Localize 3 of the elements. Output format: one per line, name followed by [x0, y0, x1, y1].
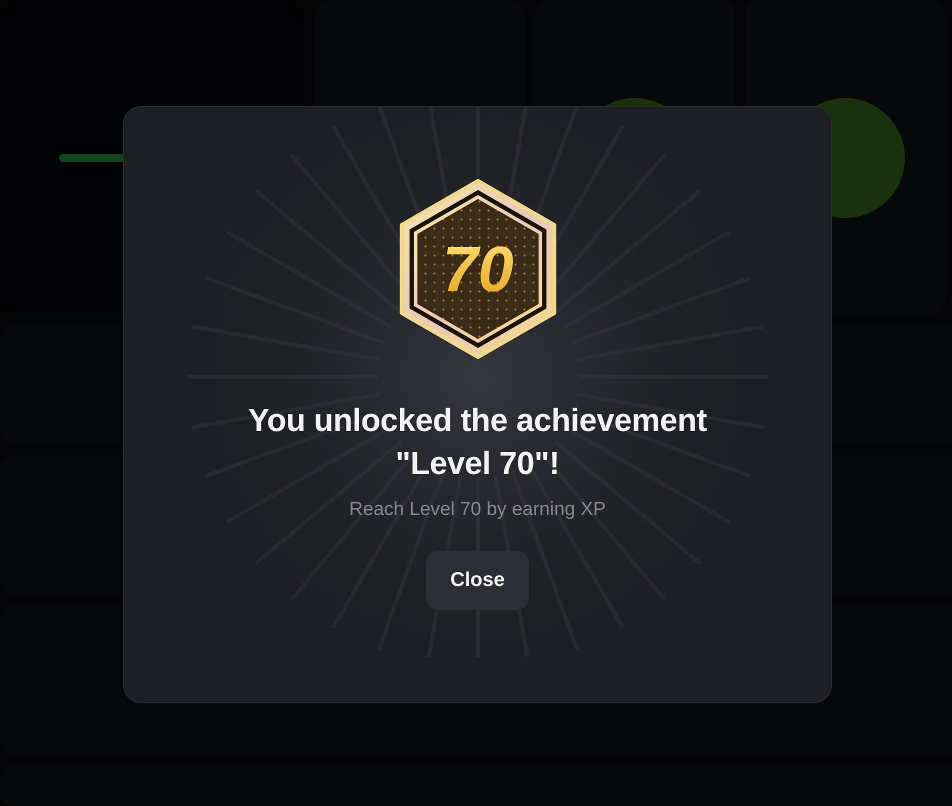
dialog-description: Reach Level 70 by earning XP — [349, 498, 606, 520]
dialog-title: You unlocked the achievement "Level 70"! — [247, 400, 708, 482]
close-button[interactable]: Close — [426, 550, 529, 610]
